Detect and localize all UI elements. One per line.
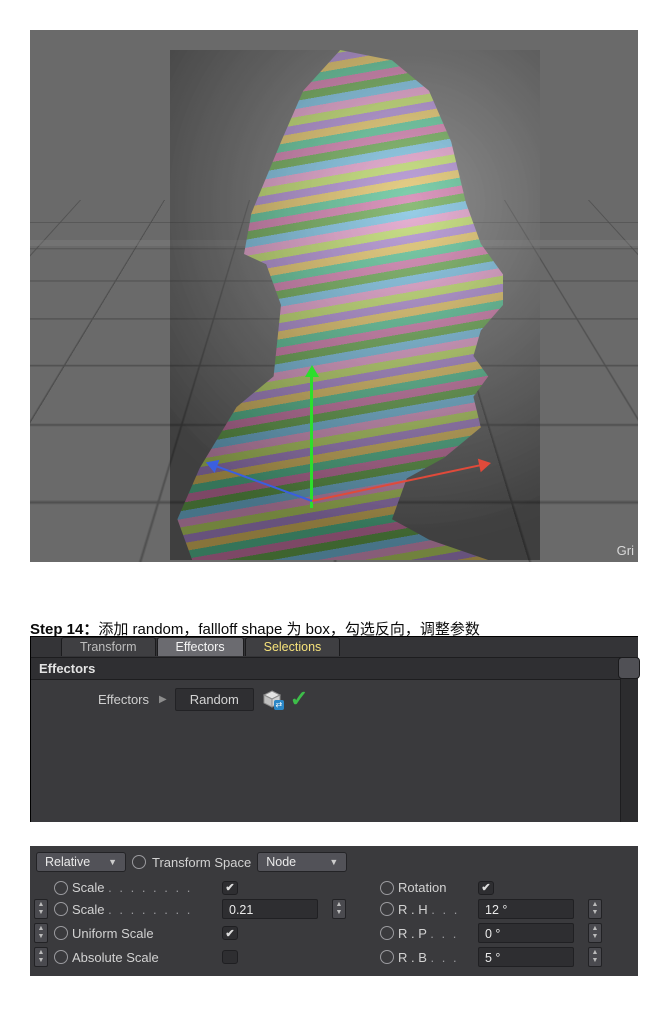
scale-value-field[interactable]: 0.21 — [222, 899, 318, 919]
space-dropdown[interactable]: Node ▼ — [257, 852, 347, 872]
rotation-anim-toggle[interactable] — [380, 881, 394, 895]
rb-label: R . B — [398, 950, 427, 965]
rb-stepper[interactable]: ▲▼ — [588, 947, 602, 967]
mode-dropdown-label: Relative — [45, 853, 90, 871]
axis-y[interactable] — [310, 368, 313, 508]
caret-down-icon: ▼ — [108, 853, 117, 871]
effector-item-random[interactable]: Random — [175, 688, 254, 711]
tab-selections[interactable]: Selections — [245, 637, 341, 656]
rb-anim-toggle[interactable] — [380, 950, 394, 964]
scale-value-stepper-right[interactable]: ▲▼ — [332, 899, 346, 919]
scale-checkbox[interactable]: ✔ — [222, 881, 238, 895]
rh-anim-toggle[interactable] — [380, 902, 394, 916]
transform-panel: Relative ▼ Transform Space Node ▼ Scale … — [30, 846, 638, 976]
rp-field[interactable]: 0 ° — [478, 923, 574, 943]
scale-anim-toggle[interactable] — [54, 881, 68, 895]
panel-tabs: Transform Effectors Selections — [31, 637, 638, 657]
scale-value-stepper[interactable]: ▲▼ — [34, 899, 48, 919]
effectors-row-label: Effectors — [39, 692, 159, 707]
tab-effectors[interactable]: Effectors — [157, 637, 244, 656]
effectors-panel: Transform Effectors Selections Effectors… — [30, 636, 638, 822]
viewport-corner-label: Gri — [617, 543, 634, 558]
rotation-checkbox[interactable]: ✔ — [478, 881, 494, 895]
absolute-scale-label: Absolute Scale — [72, 950, 159, 965]
expand-arrow-icon[interactable]: ▶ — [159, 694, 175, 705]
absolute-scale-checkbox[interactable]: ✔ — [222, 950, 238, 964]
transform-space-label: Transform Space — [152, 855, 251, 870]
mode-dropdown[interactable]: Relative ▼ — [36, 852, 126, 872]
shuffle-badge-icon: ⇄ — [274, 700, 284, 710]
head-model[interactable] — [170, 50, 540, 560]
scrollbar[interactable] — [620, 657, 638, 822]
transform-space-toggle[interactable] — [132, 855, 146, 869]
uniform-scale-checkbox[interactable]: ✔ — [222, 926, 238, 940]
scrollbar-thumb[interactable] — [618, 657, 640, 679]
rb-field[interactable]: 5 ° — [478, 947, 574, 967]
uniform-scale-label: Uniform Scale — [72, 926, 154, 941]
absolute-scale-anim-toggle[interactable] — [54, 950, 68, 964]
uniform-scale-stepper[interactable]: ▲▼ — [34, 923, 48, 943]
uniform-scale-anim-toggle[interactable] — [54, 926, 68, 940]
rotation-label: Rotation — [398, 880, 446, 895]
rp-anim-toggle[interactable] — [380, 926, 394, 940]
caret-down-icon: ▼ — [329, 853, 338, 871]
checkmark-icon[interactable]: ✓ — [290, 686, 308, 712]
rh-label: R . H — [398, 902, 428, 917]
rp-stepper[interactable]: ▲▼ — [588, 923, 602, 943]
tab-transform[interactable]: Transform — [61, 637, 156, 656]
scale-value-anim-toggle[interactable] — [54, 902, 68, 916]
scale-value-label: Scale — [72, 902, 105, 917]
effectors-section-header: Effectors — [31, 657, 638, 680]
space-dropdown-label: Node — [266, 853, 296, 871]
scale-label: Scale — [72, 880, 105, 895]
cube-icon[interactable]: ⇄ — [262, 690, 282, 708]
viewport-3d[interactable]: Gri — [30, 30, 638, 562]
rp-label: R . P — [398, 926, 427, 941]
rh-stepper[interactable]: ▲▼ — [588, 899, 602, 919]
rh-field[interactable]: 12 ° — [478, 899, 574, 919]
absolute-scale-stepper[interactable]: ▲▼ — [34, 947, 48, 967]
